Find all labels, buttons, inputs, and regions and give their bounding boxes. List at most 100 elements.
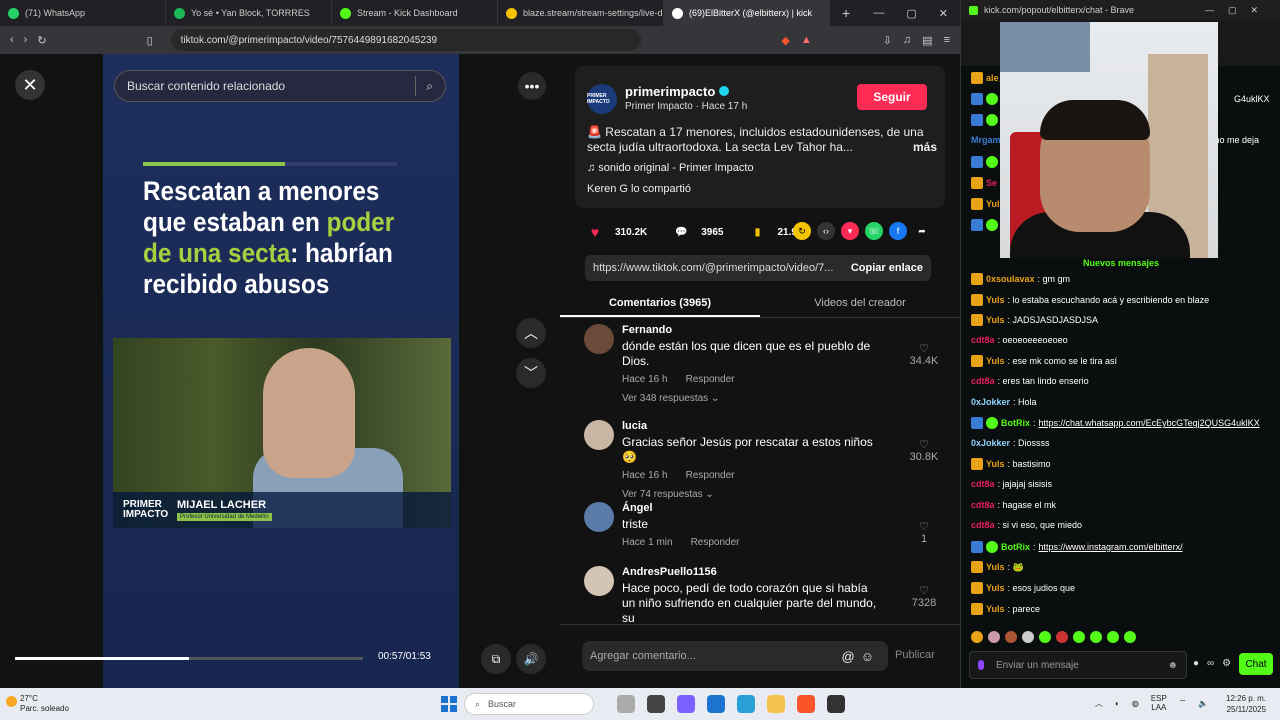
chat-input[interactable]: Enviar un mensaje ☻ — [969, 651, 1187, 679]
new-messages-divider[interactable]: Nuevos mensajes — [971, 258, 1271, 268]
forward-icon[interactable]: › — [24, 34, 28, 46]
repost-icon[interactable]: ↻ — [793, 222, 811, 240]
chat-send-button[interactable]: Chat — [1239, 653, 1273, 675]
emoji-icon[interactable]: ☻ — [1167, 660, 1178, 671]
url-field[interactable]: tiktok.com/@primerimpacto/video/75764498… — [170, 29, 641, 51]
back-icon[interactable]: ‹ — [10, 34, 14, 46]
chat-username[interactable]: cdt8a — [971, 520, 995, 530]
commenter-avatar[interactable] — [584, 324, 614, 354]
like-icon[interactable]: ♥ — [585, 222, 605, 242]
reload-icon[interactable]: ↻ — [37, 34, 46, 47]
chat-username[interactable]: Yuls — [986, 295, 1005, 305]
system-tray[interactable]: ︿ ◐ ◍ ESP LAA ⌔ 🔈 — [1095, 694, 1208, 712]
minimize-icon[interactable]: — — [873, 7, 884, 20]
bookmark-icon[interactable]: ▯ — [147, 34, 153, 47]
extension-icons[interactable]: ◆ ▲ ⇩ ♫ ▤ ≡ — [781, 34, 950, 47]
emote-icon[interactable] — [1124, 631, 1136, 643]
commenter-name[interactable]: lucia — [622, 420, 647, 432]
browser-tab[interactable]: (71) WhatsApp — [0, 0, 166, 26]
chat-username[interactable]: cdt8a — [971, 500, 995, 510]
commenter-avatar[interactable] — [584, 502, 614, 532]
commenter-name[interactable]: Ángel — [622, 502, 653, 514]
emote-icon[interactable] — [1039, 631, 1051, 643]
comment-input[interactable]: Agregar comentario... @☺ — [582, 641, 888, 671]
chat-username[interactable]: Mrgam — [971, 135, 1001, 145]
emote-icon[interactable] — [1073, 631, 1085, 643]
comment-list[interactable]: Fernando dónde están los que dicen que es… — [560, 324, 960, 626]
commenter-avatar[interactable] — [584, 420, 614, 450]
chat-link[interactable]: https://chat.whatsapp.com/EcEybcGTegj2QU… — [1039, 418, 1260, 428]
comment-like[interactable]: ♡ 30.8K — [904, 438, 944, 463]
chat-username[interactable]: Yuls — [986, 315, 1005, 325]
tab-comments[interactable]: Comentarios (3965) — [560, 290, 760, 317]
video-progress-bar[interactable] — [15, 657, 363, 660]
comment-icon[interactable]: 💬 — [671, 222, 691, 242]
close-window-icon[interactable]: ✕ — [939, 7, 948, 20]
reply-button[interactable]: Responder — [686, 470, 735, 481]
edge-icon[interactable] — [737, 695, 755, 713]
obs-icon[interactable] — [827, 695, 845, 713]
view-replies-link[interactable]: Ver 74 respuestas ⌄ — [622, 489, 714, 500]
emote-icon[interactable] — [1107, 631, 1119, 643]
view-replies-link[interactable]: Ver 348 respuestas ⌄ — [622, 393, 719, 404]
emote-icon[interactable] — [1090, 631, 1102, 643]
send-icon[interactable]: ▾ — [841, 222, 859, 240]
start-icon[interactable] — [441, 696, 457, 712]
app-icon[interactable] — [647, 695, 665, 713]
task-view-icon[interactable] — [617, 695, 635, 713]
heart-outline-icon[interactable]: ♡ — [904, 584, 944, 597]
emote-icon[interactable] — [988, 631, 1000, 643]
chat-username[interactable]: Se — [986, 178, 997, 188]
next-video-button[interactable]: ﹀ — [516, 358, 546, 388]
files-icon[interactable] — [767, 695, 785, 713]
creator-avatar[interactable]: PRIMER IMPACTO — [587, 84, 617, 114]
share-arrow-icon[interactable]: ➦ — [913, 222, 931, 240]
tray-icon[interactable]: ◍ — [1132, 699, 1139, 708]
download-icon[interactable]: ⇩ — [883, 34, 892, 47]
comment-like[interactable]: ♡ 7328 — [904, 584, 944, 609]
chat-username[interactable]: Yuls — [986, 356, 1005, 366]
chat-username[interactable]: Yuls — [986, 459, 1005, 469]
more-options-button[interactable]: ••• — [518, 72, 546, 100]
comment-like[interactable]: ♡ 34.4K — [904, 342, 944, 367]
chat-username[interactable]: Yuls — [986, 583, 1005, 593]
emote-icon[interactable] — [1005, 631, 1017, 643]
chat-username[interactable]: 0xJokker — [971, 397, 1010, 407]
reply-button[interactable]: Responder — [686, 374, 735, 385]
publish-button[interactable]: Publicar — [895, 649, 935, 661]
emote-icon[interactable] — [971, 631, 983, 643]
chat-tool-icons[interactable]: ●∞⚙ — [1193, 658, 1239, 669]
close-video-button[interactable]: ✕ — [15, 70, 45, 100]
chat-username[interactable]: cdt8a — [971, 335, 995, 345]
prev-video-button[interactable]: ︿ — [516, 318, 546, 348]
chat-username[interactable]: Yuls — [986, 604, 1005, 614]
sound-link[interactable]: ♫ sonido original - Primer Impacto — [587, 162, 754, 174]
search-icon[interactable]: ⌕ — [426, 79, 433, 94]
tray-arrow-icon[interactable]: ︿ — [1095, 698, 1103, 709]
language-indicator[interactable]: ESP LAA — [1151, 694, 1167, 712]
clock[interactable]: 12:26 p. m. 25/11/2025 — [1226, 693, 1266, 715]
chat-username[interactable]: cdt8a — [971, 479, 995, 489]
rewards-icon[interactable]: ▲ — [801, 34, 812, 47]
whatsapp-icon[interactable]: ☏ — [865, 222, 883, 240]
tab-creator-videos[interactable]: Videos del creador — [760, 290, 960, 317]
new-tab-icon[interactable]: + — [842, 5, 850, 21]
sidebar-icon[interactable]: ▤ — [922, 34, 932, 47]
related-search-input[interactable]: Buscar contenido relacionado ⌕ — [114, 70, 446, 102]
weather-widget[interactable]: 27°C Parc. soleado — [6, 694, 69, 714]
commenter-avatar[interactable] — [584, 566, 614, 596]
window-controls[interactable]: — ▢ ✕ — [873, 7, 960, 20]
browser-tab[interactable]: Stream - Kick Dashboard — [332, 0, 498, 26]
heart-outline-icon[interactable]: ♡ — [904, 438, 944, 451]
maximize-icon[interactable]: ▢ — [906, 7, 916, 20]
chat-username[interactable]: BotRix — [1001, 542, 1030, 552]
facebook-icon[interactable]: f — [889, 222, 907, 240]
heart-outline-icon[interactable]: ♡ — [904, 342, 944, 355]
menu-icon[interactable]: ≡ — [944, 34, 950, 47]
follow-button[interactable]: Seguir — [857, 84, 927, 110]
more-link[interactable]: más — [913, 140, 937, 155]
store-icon[interactable] — [707, 695, 725, 713]
taskbar-search[interactable]: ⌕ Buscar — [464, 693, 594, 715]
creator-name[interactable]: primerimpacto — [625, 84, 730, 99]
mention-emoji-icons[interactable]: @☺ — [842, 649, 880, 664]
